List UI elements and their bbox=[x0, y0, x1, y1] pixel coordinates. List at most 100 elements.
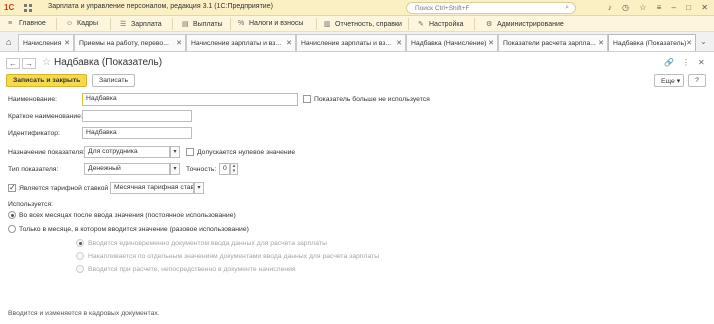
name-input[interactable]: Надбавка bbox=[82, 93, 298, 106]
people-icon: ☺ bbox=[66, 20, 74, 27]
usage-permanent-label: Во всех месяцах после ввода значения (по… bbox=[19, 212, 236, 219]
close-tab-icon[interactable]: ✕ bbox=[64, 39, 70, 47]
save-button[interactable]: Записать bbox=[92, 74, 136, 87]
close-tab-icon[interactable]: ✕ bbox=[488, 39, 494, 47]
menu-divider bbox=[408, 18, 409, 30]
tab-payroll-indicators[interactable]: Показатели расчета зарпла... ✕ bbox=[498, 34, 608, 51]
save-and-close-button[interactable]: Записать и закрыть bbox=[6, 74, 88, 87]
arrow-right-icon: → bbox=[25, 59, 33, 68]
usage-permanent-radio[interactable] bbox=[8, 211, 16, 219]
menu-item-payments[interactable]: ▤ Выплаты bbox=[182, 20, 223, 28]
history-icon[interactable]: ◷ bbox=[622, 3, 629, 12]
open-windows-bar: ⌂ Начисления ✕ Приемы на работу, перево..… bbox=[0, 32, 714, 52]
title-bar: 1С Зарплата и управление персоналом, ред… bbox=[0, 0, 714, 16]
menu-item-reports[interactable]: ▥ Отчетность, справки bbox=[324, 20, 402, 28]
tab-payroll-1[interactable]: Начисление зарплаты и вз... ✕ bbox=[186, 34, 296, 51]
at-calculation-radio[interactable] bbox=[76, 265, 84, 273]
type-label: Тип показателя: bbox=[8, 166, 59, 173]
tab-bonus-indicator[interactable]: Надбавка (Показатель) ✕ bbox=[608, 34, 696, 51]
short-name-input[interactable] bbox=[82, 110, 192, 122]
menu-divider bbox=[172, 18, 173, 30]
form-title: Надбавка (Показатель) bbox=[54, 57, 163, 68]
arrow-left-icon: ← bbox=[9, 59, 17, 68]
link-icon[interactable]: 🔗 bbox=[664, 58, 674, 67]
bell-icon[interactable]: ♪ bbox=[608, 3, 612, 12]
star-icon[interactable]: ☆ bbox=[639, 3, 646, 12]
list-icon: ☰ bbox=[120, 21, 127, 28]
tariff-type-select[interactable]: Месячная тарифная ставк bbox=[110, 182, 194, 194]
usage-one-time-label: Только в месяце, в котором вводится знач… bbox=[19, 226, 249, 233]
menu-lines-icon[interactable]: ≡ bbox=[657, 3, 662, 12]
purpose-select[interactable]: Для сотрудника bbox=[84, 146, 170, 158]
chevron-down-icon[interactable]: ⌄ bbox=[700, 37, 707, 46]
type-dropdown-button[interactable]: ▾ bbox=[170, 163, 180, 175]
at-calculation-label: Вводится при расчете, непосредственно в … bbox=[88, 266, 296, 273]
menu-item-hr[interactable]: ☺ Кадры bbox=[66, 20, 98, 27]
grid-menu-icon[interactable] bbox=[24, 4, 32, 12]
purpose-dropdown-button[interactable]: ▾ bbox=[170, 146, 180, 158]
menu-item-taxes[interactable]: % Налоги и взносы bbox=[238, 20, 303, 27]
identifier-input[interactable]: Надбавка bbox=[82, 127, 192, 139]
tariff-label: Является тарифной ставкой bbox=[19, 185, 109, 192]
menu-divider bbox=[56, 18, 57, 30]
maximize-icon[interactable]: □ bbox=[686, 3, 691, 12]
app-title: Зарплата и управление персоналом, редакц… bbox=[48, 3, 273, 10]
close-icon[interactable]: ✕ bbox=[701, 3, 708, 12]
global-search-input[interactable]: Поиск Ctrl+Shift+F ⌕ bbox=[406, 2, 576, 14]
short-name-label: Краткое наименование: bbox=[8, 113, 83, 120]
menu-divider bbox=[474, 18, 475, 30]
report-icon: ▥ bbox=[324, 21, 331, 28]
favorite-star-icon[interactable]: ☆ bbox=[42, 57, 51, 68]
close-form-icon[interactable]: ✕ bbox=[698, 58, 705, 67]
close-tab-icon[interactable]: ✕ bbox=[176, 39, 182, 47]
accumulated-radio[interactable] bbox=[76, 252, 84, 260]
back-button[interactable]: ← bbox=[6, 58, 20, 69]
forward-button[interactable]: → bbox=[22, 58, 36, 69]
home-icon[interactable]: ⌂ bbox=[6, 37, 11, 47]
close-tab-icon[interactable]: ✕ bbox=[286, 39, 292, 47]
name-label: Наименование: bbox=[8, 96, 58, 103]
identifier-label: Идентификатор: bbox=[8, 130, 60, 137]
zero-allowed-label: Допускается нулевое значение bbox=[197, 149, 296, 156]
close-tab-icon[interactable]: ✕ bbox=[396, 39, 402, 47]
minimize-icon[interactable]: – bbox=[672, 3, 676, 12]
purpose-label: Назначение показателя: bbox=[8, 149, 85, 156]
accumulated-label: Накапливается по отдельным значениям док… bbox=[88, 253, 380, 260]
menu-item-salary[interactable]: ☰ Зарплата bbox=[120, 20, 162, 28]
footer-note: Вводится и изменяется в кадровых докумен… bbox=[8, 310, 160, 317]
usage-label: Используется: bbox=[8, 201, 54, 208]
tariff-checkbox[interactable] bbox=[8, 183, 16, 192]
close-tab-icon[interactable]: ✕ bbox=[598, 39, 604, 47]
precision-input[interactable]: 0 bbox=[219, 163, 230, 175]
wrench-icon: ✎ bbox=[418, 21, 424, 28]
menu-divider bbox=[316, 18, 317, 30]
more-icon[interactable]: ⋮ bbox=[682, 58, 690, 67]
menu-item-main[interactable]: ≡ Главное bbox=[8, 20, 46, 27]
tariff-dropdown-button[interactable]: ▾ bbox=[194, 182, 204, 194]
unused-label: Показатель больше не используется bbox=[314, 96, 430, 103]
menu-item-settings[interactable]: ✎ Настройка bbox=[418, 20, 463, 28]
menu-divider bbox=[230, 18, 231, 30]
usage-one-time-radio[interactable] bbox=[8, 225, 16, 233]
unused-checkbox[interactable] bbox=[303, 95, 311, 103]
zero-allowed-checkbox[interactable] bbox=[186, 148, 194, 156]
precision-label: Точность: bbox=[186, 166, 217, 173]
wallet-icon: ▤ bbox=[182, 21, 189, 28]
menu-icon: ≡ bbox=[8, 20, 13, 27]
search-icon[interactable]: ⌕ bbox=[565, 4, 569, 12]
title-bar-icons bbox=[24, 4, 36, 14]
one-time-document-label: Вводится единовременно документом ввода … bbox=[88, 240, 327, 247]
tab-payroll-2[interactable]: Начисление зарплаты и вз... ✕ bbox=[296, 34, 406, 51]
tab-accruals[interactable]: Начисления ✕ bbox=[18, 34, 74, 51]
tab-hiring[interactable]: Приемы на работу, перево... ✕ bbox=[74, 34, 186, 51]
precision-spinner[interactable]: ▴ ▾ bbox=[230, 163, 238, 175]
menu-divider bbox=[110, 18, 111, 30]
close-tab-icon[interactable]: ✕ bbox=[686, 39, 692, 47]
menu-item-admin[interactable]: ⚙ Администрирование bbox=[486, 20, 564, 28]
tab-bonus-accrual[interactable]: Надбавка (Начисление) ✕ bbox=[406, 34, 498, 51]
one-time-document-radio[interactable] bbox=[76, 239, 84, 247]
more-button[interactable]: Еще ▾ bbox=[654, 74, 684, 87]
help-button[interactable]: ? bbox=[688, 74, 706, 87]
gear-icon: ⚙ bbox=[486, 21, 493, 28]
type-select[interactable]: Денежный bbox=[84, 163, 170, 175]
